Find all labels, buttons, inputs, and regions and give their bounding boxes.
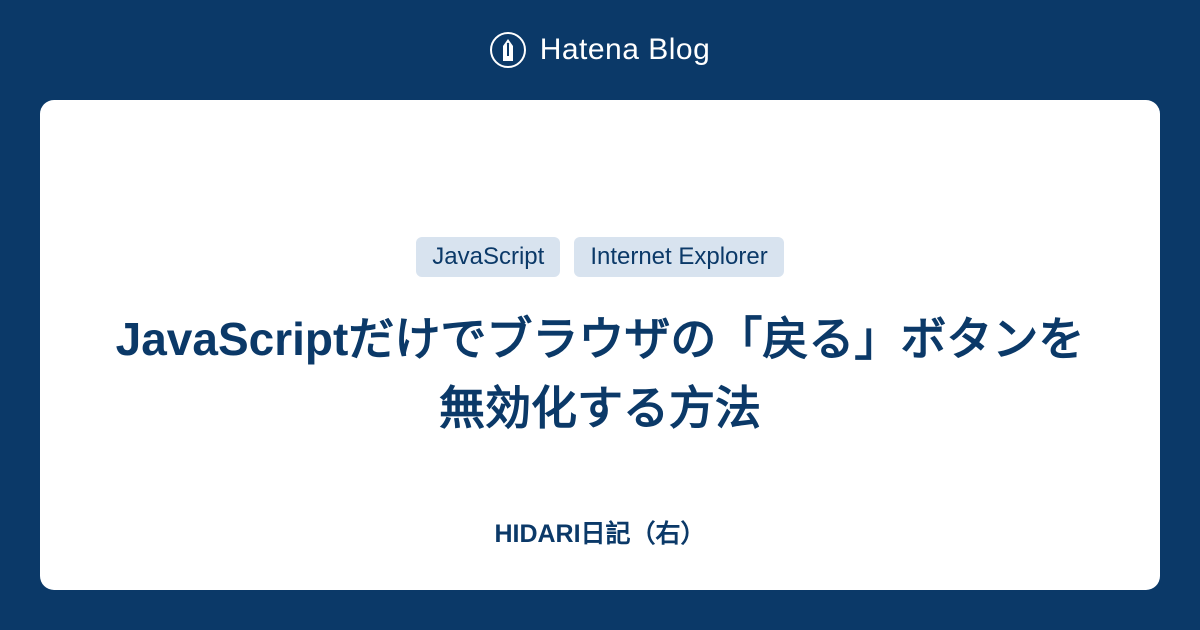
- site-header: Hatena Blog: [0, 0, 1200, 100]
- tag-item: Internet Explorer: [574, 237, 783, 277]
- tag-item: JavaScript: [416, 237, 560, 277]
- article-title: JavaScriptだけでブラウザの「戻る」ボタンを無効化する方法: [100, 305, 1100, 443]
- pen-icon: [490, 32, 526, 68]
- article-card: JavaScript Internet Explorer JavaScriptだ…: [40, 100, 1160, 590]
- blog-name: HIDARI日記（右）: [40, 514, 1160, 550]
- tag-list: JavaScript Internet Explorer: [416, 237, 783, 277]
- brand-name: Hatena Blog: [540, 33, 711, 67]
